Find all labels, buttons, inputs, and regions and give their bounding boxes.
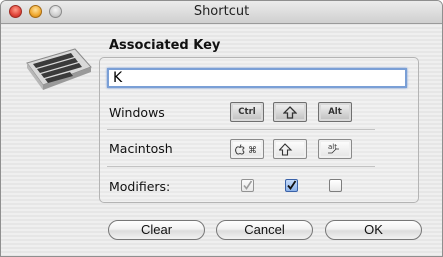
shift-arrow-icon — [283, 105, 297, 119]
keyboard-icon — [26, 48, 92, 90]
associated-key-heading: Associated Key — [109, 38, 221, 53]
title-bar: Shortcut — [1, 1, 442, 24]
ok-button[interactable]: OK — [325, 220, 422, 240]
windows-shift-key-button[interactable] — [273, 102, 307, 122]
checkmark-icon — [243, 180, 253, 190]
windows-ctrl-key-button[interactable]: Ctrl — [230, 102, 264, 122]
checkmark-icon — [287, 180, 297, 191]
mac-command-key-button[interactable]: ⌘ — [230, 139, 264, 159]
mac-option-key-button[interactable]: alt — [318, 139, 352, 159]
row-divider — [107, 166, 375, 167]
associated-key-field[interactable] — [107, 68, 407, 88]
windows-row-label: Windows — [109, 105, 165, 120]
modifier-checkbox-unchecked[interactable] — [329, 179, 342, 192]
cancel-button[interactable]: Cancel — [216, 220, 313, 240]
option-icon: alt — [328, 143, 339, 154]
window-title: Shortcut — [193, 4, 250, 19]
mac-shift-key-button[interactable] — [273, 139, 307, 159]
macintosh-row-label: Macintosh — [109, 141, 173, 156]
windows-alt-key-button[interactable]: Alt — [318, 102, 352, 122]
modifiers-row-label: Modifiers: — [109, 179, 171, 194]
clear-button[interactable]: Clear — [108, 220, 205, 240]
svg-text:alt: alt — [328, 143, 337, 151]
modifier-checkbox-checked[interactable] — [285, 179, 298, 192]
svg-text:⌘: ⌘ — [248, 146, 257, 156]
shortcut-dialog: Shortcut Associated Key Windows Ctrl Alt… — [0, 0, 443, 257]
shift-arrow-icon — [279, 142, 293, 156]
modifier-checkbox-disabled — [241, 179, 254, 192]
row-divider — [107, 129, 375, 130]
apple-command-icon: ⌘ — [235, 143, 257, 156]
